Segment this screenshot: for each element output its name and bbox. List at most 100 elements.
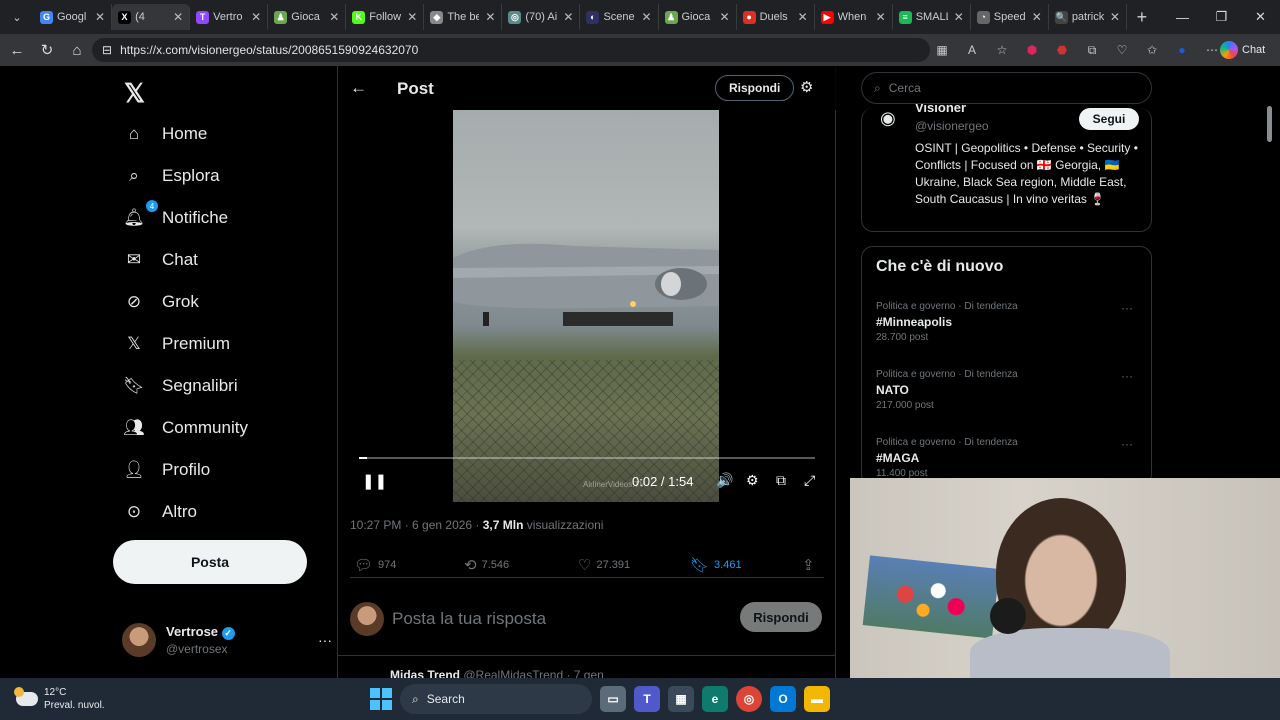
tab-close-icon[interactable]: ✕ — [641, 10, 651, 24]
browser-tab[interactable]: ◐ Scene ✕ — [580, 4, 659, 30]
close-window-icon[interactable]: ✕ — [1241, 0, 1280, 34]
weather-widget[interactable]: 12°C Preval. nuvol. — [14, 686, 105, 712]
author-handle[interactable]: @visionergeo — [915, 119, 989, 133]
browser-tab[interactable]: ♟ Gioca ✕ — [659, 4, 737, 30]
volume-icon[interactable]: 🔊 — [716, 472, 733, 489]
tab-close-icon[interactable]: ✕ — [563, 10, 573, 24]
reply-input[interactable]: Posta la tua risposta — [392, 609, 546, 629]
extensions-icon[interactable]: ⧉ — [1080, 38, 1104, 62]
post-timestamp[interactable]: 10:27 PM · 6 gen 2026 · — [350, 518, 483, 532]
x-logo-icon[interactable]: 𝕏 — [124, 78, 145, 109]
home-page-icon[interactable]: ⌂ — [62, 35, 92, 65]
account-switcher[interactable]: Vertrose ✓ @vertrosex ··· — [122, 622, 332, 658]
browser-tab[interactable]: K Follow ✕ — [346, 4, 425, 30]
search-input[interactable]: ⌕ Cerca — [861, 72, 1152, 104]
settings-gear-icon[interactable]: ⚙ — [746, 472, 759, 489]
edge-icon[interactable]: e — [702, 686, 728, 712]
extension-red-icon[interactable]: ⬢ — [1020, 38, 1044, 62]
tab-close-icon[interactable]: ✕ — [798, 10, 808, 24]
nav-item-notifiche[interactable]: 🔔︎ 4 Notifiche — [122, 200, 228, 230]
windows-start-icon[interactable] — [370, 688, 392, 710]
tab-close-icon[interactable]: ✕ — [1110, 10, 1120, 24]
teams-icon[interactable]: T — [634, 686, 660, 712]
reply-action[interactable]: 💬︎ 974 — [354, 556, 396, 574]
chrome-icon[interactable]: ◎ — [736, 686, 762, 712]
share-action[interactable]: ⇪ — [802, 556, 815, 574]
nav-item-premium[interactable]: 𝕏 Premium — [122, 332, 230, 356]
nav-item-chat[interactable]: ✉ Chat — [122, 248, 198, 272]
tab-close-icon[interactable]: ✕ — [95, 10, 105, 24]
bookmark-action[interactable]: 🔖︎ 3.461 — [690, 556, 742, 574]
tab-close-icon[interactable]: ✕ — [954, 10, 964, 24]
nav-item-profilo[interactable]: 👤︎ Profilo — [122, 458, 210, 482]
browser-tab[interactable]: ● Duels ✕ — [737, 4, 815, 30]
outlook-icon[interactable]: O — [770, 686, 796, 712]
tab-close-icon[interactable]: ✕ — [251, 10, 261, 24]
fullscreen-icon[interactable]: ⤢ — [804, 472, 815, 489]
tab-close-icon[interactable]: ✕ — [485, 10, 495, 24]
like-action[interactable]: ♡ 27.391 — [578, 556, 630, 574]
nav-item-home[interactable]: ⌂ Home — [122, 122, 208, 146]
browser-tab[interactable]: ◔ Speed ✕ — [971, 4, 1049, 30]
browser-tab[interactable]: G Googl ✕ — [34, 4, 113, 30]
tab-close-icon[interactable]: ✕ — [1032, 10, 1042, 24]
copilot-chat-button[interactable]: Chat — [1220, 38, 1265, 62]
taskbar-search[interactable]: ⌕ Search — [400, 684, 592, 714]
file-explorer-icon[interactable]: ▬ — [804, 686, 830, 712]
browser-tab[interactable]: X (4 ✕ — [112, 4, 191, 30]
profile-browser-icon[interactable]: ● — [1170, 38, 1194, 62]
tab-actions-menu[interactable]: ⌄ — [0, 0, 34, 34]
extension-ublock-icon[interactable]: ⬣ — [1050, 38, 1074, 62]
nav-item-community[interactable]: 👥︎ Community — [122, 416, 248, 440]
split-screen-icon[interactable]: ▦ — [930, 38, 954, 62]
browser-tab[interactable]: ◆ The be ✕ — [424, 4, 503, 30]
video-player[interactable]: AirlinerVideos.TV ❚❚ 0:02 / 1:54 🔊 ⚙ ⧉ ⤢ — [350, 110, 824, 502]
more-dots-icon[interactable]: ··· — [1121, 437, 1133, 451]
trend-item[interactable]: Politica e governo · Di tendenza #MAGA 11.… — [876, 437, 1141, 479]
browser-tab[interactable]: ≡SMALL ✕ — [893, 4, 971, 30]
tab-close-icon[interactable]: ✕ — [407, 10, 417, 24]
read-aloud-icon[interactable]: A — [960, 38, 984, 62]
trend-item[interactable]: Politica e governo · Di tendenza NATO 217.… — [876, 369, 1141, 411]
tab-close-icon[interactable]: ✕ — [720, 10, 730, 24]
more-dots-icon[interactable]: ··· — [1121, 369, 1133, 383]
task-view-icon[interactable]: ▭ — [600, 686, 626, 712]
nav-item-altro[interactable]: ⊙ Altro — [122, 500, 197, 524]
new-tab-button[interactable]: + — [1127, 7, 1157, 28]
browser-tab[interactable]: 🔍 patrick ✕ — [1049, 4, 1127, 30]
back-icon[interactable]: ← — [2, 35, 32, 65]
back-arrow-icon[interactable]: ← — [350, 78, 367, 98]
nav-item-grok[interactable]: ⊘ Grok — [122, 290, 199, 314]
tab-close-icon[interactable]: ✕ — [329, 10, 339, 24]
reply-submit-button[interactable]: Rispondi — [740, 602, 822, 632]
scrollbar-thumb[interactable] — [1267, 106, 1272, 142]
store-icon[interactable]: ▦ — [668, 686, 694, 712]
browser-essentials-icon[interactable]: ♡ — [1110, 38, 1134, 62]
browser-tab[interactable]: ♟ Gioca ✕ — [268, 4, 347, 30]
follow-button[interactable]: Segui — [1079, 108, 1139, 130]
browser-tab[interactable]: T Vertro ✕ — [190, 4, 269, 30]
nav-item-esplora[interactable]: ⌕ Esplora — [122, 164, 219, 188]
repost-action[interactable]: ⟲ 7.546 — [464, 556, 509, 574]
minimize-icon[interactable]: — — [1163, 0, 1202, 34]
browser-tab[interactable]: ◎ (70) Ai ✕ — [502, 4, 581, 30]
tab-close-icon[interactable]: ✕ — [876, 10, 886, 24]
trend-item[interactable]: Politica e governo · Di tendenza #Minneap… — [876, 301, 1141, 343]
browser-tab[interactable]: ▶ When ✕ — [815, 4, 893, 30]
pause-icon[interactable]: ❚❚ — [362, 472, 387, 490]
more-dots-icon[interactable]: ··· — [1121, 301, 1133, 315]
favorites-icon[interactable]: ✩ — [1140, 38, 1164, 62]
favorite-star-icon[interactable]: ☆ — [990, 38, 1014, 62]
tab-close-icon[interactable]: ✕ — [173, 10, 183, 24]
video-progress-bar[interactable] — [359, 457, 815, 459]
reload-icon[interactable]: ↻ — [32, 35, 62, 65]
restore-icon[interactable]: ❐ — [1202, 0, 1241, 34]
address-bar[interactable]: ⊟ https://x.com/visionergeo/status/20086… — [92, 38, 930, 62]
site-info-icon[interactable]: ⊟ — [102, 43, 112, 57]
reply-button-header[interactable]: Rispondi — [715, 75, 795, 101]
more-dots-icon[interactable]: ··· — [318, 632, 332, 648]
nav-item-segnalibri[interactable]: 🔖︎ Segnalibri — [122, 374, 237, 398]
picture-in-picture-icon[interactable]: ⧉ — [776, 472, 786, 489]
post-button[interactable]: Posta — [113, 540, 307, 584]
filter-settings-icon[interactable]: ⚙ — [800, 78, 813, 96]
